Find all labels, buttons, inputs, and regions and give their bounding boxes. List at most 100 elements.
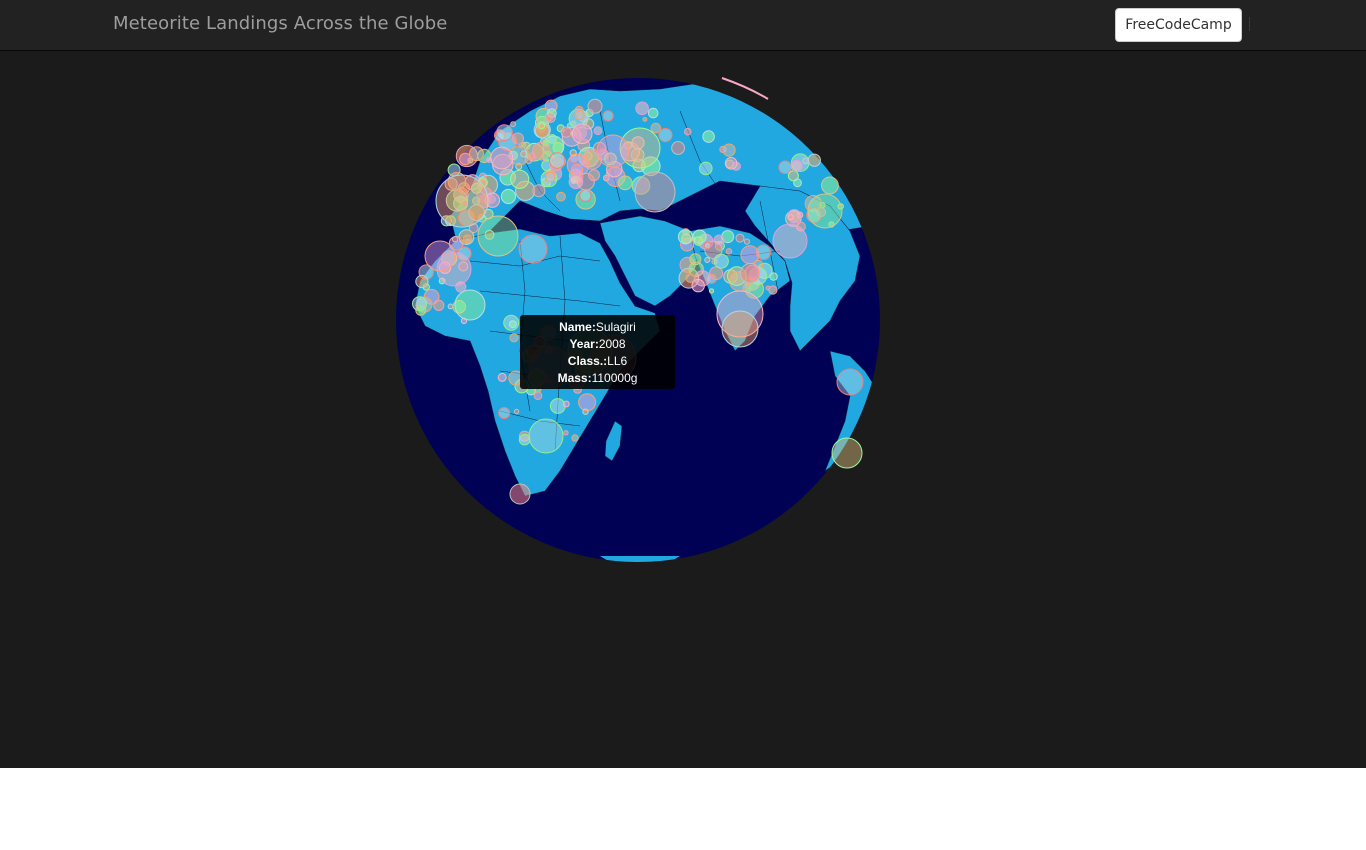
meteorite-marker[interactable] bbox=[477, 215, 519, 257]
meteorite-marker[interactable] bbox=[699, 161, 713, 176]
meteorite-marker[interactable] bbox=[642, 116, 648, 122]
meteorite-marker[interactable] bbox=[518, 234, 548, 264]
meteorite-marker[interactable] bbox=[549, 398, 566, 414]
meteorite-marker[interactable] bbox=[692, 229, 707, 244]
meteorite-marker[interactable] bbox=[563, 430, 569, 436]
meteorite-marker[interactable] bbox=[562, 400, 570, 408]
meteorite-marker[interactable] bbox=[569, 149, 577, 157]
meteorite-marker[interactable] bbox=[685, 273, 695, 283]
meteorite-marker[interactable] bbox=[546, 113, 554, 122]
meteorite-marker[interactable] bbox=[578, 393, 597, 412]
meteorite-marker[interactable] bbox=[807, 193, 843, 229]
meteorite-marker[interactable] bbox=[424, 240, 456, 272]
meteorite-marker[interactable] bbox=[566, 122, 573, 129]
meteorite-marker[interactable] bbox=[545, 171, 556, 183]
meteorite-marker[interactable] bbox=[496, 124, 513, 141]
meteorite-marker[interactable] bbox=[574, 109, 585, 121]
meteorite-marker[interactable] bbox=[435, 174, 489, 228]
meteorite-marker[interactable] bbox=[528, 418, 564, 454]
meteorite-marker[interactable] bbox=[508, 320, 517, 329]
meteorite-marker[interactable] bbox=[658, 128, 673, 143]
meteorite-marker[interactable] bbox=[836, 368, 864, 396]
globe-map[interactable] bbox=[0, 51, 1366, 768]
meteorite-marker[interactable] bbox=[617, 175, 633, 191]
meteorite-marker[interactable] bbox=[790, 159, 803, 173]
tooltip-name-label: Name: bbox=[559, 320, 596, 334]
page-title[interactable]: Meteorite Landings Across the Globe bbox=[113, 13, 447, 34]
meteorite-marker[interactable] bbox=[635, 101, 649, 116]
meteorite-marker[interactable] bbox=[694, 270, 711, 287]
meteorite-marker[interactable] bbox=[713, 253, 729, 269]
meteorite-marker[interactable] bbox=[634, 171, 676, 213]
tooltip-year-row: Year:2008 bbox=[520, 336, 675, 353]
meteorite-marker[interactable] bbox=[721, 310, 759, 348]
meteorite-marker[interactable] bbox=[703, 241, 712, 250]
meteorite-marker[interactable] bbox=[671, 141, 685, 155]
meteorite-marker[interactable] bbox=[568, 174, 584, 190]
meteorite-marker[interactable] bbox=[787, 214, 794, 221]
meteorite-marker[interactable] bbox=[793, 178, 802, 188]
meteorite-marker[interactable] bbox=[593, 126, 603, 136]
meteorite-marker[interactable] bbox=[459, 152, 472, 166]
meteorite-marker[interactable] bbox=[547, 134, 558, 144]
meteorite-marker[interactable] bbox=[708, 288, 715, 294]
meteorite-marker[interactable] bbox=[769, 272, 778, 281]
meteorite-marker[interactable] bbox=[500, 188, 516, 205]
meteorite-marker[interactable] bbox=[549, 152, 566, 169]
meteorite-marker[interactable] bbox=[451, 236, 459, 243]
meteorite-marker[interactable] bbox=[704, 257, 711, 263]
meteorite-marker[interactable] bbox=[740, 263, 761, 284]
meteorite-marker[interactable] bbox=[702, 130, 715, 143]
land-antarctica[interactable] bbox=[600, 556, 680, 562]
meteorite-marker[interactable] bbox=[509, 483, 531, 505]
meteorite-marker[interactable] bbox=[509, 333, 519, 343]
meteorite-marker[interactable] bbox=[743, 238, 751, 245]
meteorite-marker[interactable] bbox=[778, 160, 793, 175]
meteorite-marker[interactable] bbox=[768, 285, 778, 295]
meteorite-marker[interactable] bbox=[821, 176, 839, 195]
meteorite-marker[interactable] bbox=[510, 121, 516, 127]
meteorite-marker[interactable] bbox=[571, 434, 579, 442]
meteorite-marker[interactable] bbox=[511, 132, 525, 145]
meteorite-marker[interactable] bbox=[725, 248, 733, 255]
freecodecamp-button[interactable]: FreeCodeCamp bbox=[1115, 8, 1242, 42]
meteorite-marker[interactable] bbox=[588, 169, 600, 182]
meteorite-marker[interactable] bbox=[677, 229, 694, 245]
meteorite-marker[interactable] bbox=[596, 134, 630, 168]
meteorite-marker[interactable] bbox=[415, 304, 427, 316]
meteorite-marker[interactable] bbox=[740, 245, 760, 265]
meteorite-marker[interactable] bbox=[831, 437, 863, 469]
meteorite-marker[interactable] bbox=[650, 122, 662, 134]
meteorite-marker[interactable] bbox=[538, 122, 546, 130]
meteorite-marker[interactable] bbox=[447, 303, 454, 310]
meteorite-marker[interactable] bbox=[518, 433, 531, 446]
meteorite-marker[interactable] bbox=[587, 98, 603, 114]
meteorite-marker[interactable] bbox=[454, 289, 486, 321]
meteorite-marker[interactable] bbox=[510, 169, 530, 189]
meteorite-marker[interactable] bbox=[602, 110, 614, 122]
meteorite-marker[interactable] bbox=[518, 143, 525, 149]
meteorite-marker[interactable] bbox=[722, 143, 736, 157]
meteorite-marker[interactable] bbox=[579, 189, 592, 202]
meteorite-marker[interactable] bbox=[647, 107, 659, 119]
meteorite-marker[interactable] bbox=[582, 408, 589, 415]
tooltip-mass-label: Mass: bbox=[557, 371, 592, 385]
meteorite-marker[interactable] bbox=[433, 299, 445, 311]
meteorite-marker[interactable] bbox=[571, 123, 593, 144]
meteorite-marker[interactable] bbox=[571, 163, 584, 177]
meteorite-marker[interactable] bbox=[498, 407, 511, 419]
meteorite-marker[interactable] bbox=[713, 234, 725, 246]
meteorite-marker[interactable] bbox=[724, 157, 738, 170]
meteorite-marker[interactable] bbox=[684, 127, 692, 136]
meteorite-marker[interactable] bbox=[556, 191, 566, 202]
meteorite-marker[interactable] bbox=[513, 408, 520, 415]
meteorite-marker[interactable] bbox=[735, 233, 745, 243]
meteorite-marker[interactable] bbox=[490, 146, 514, 170]
meteorite-marker[interactable] bbox=[533, 391, 543, 401]
meteorite-marker[interactable] bbox=[415, 274, 429, 289]
meteorite-marker[interactable] bbox=[520, 150, 528, 158]
meteorite-marker[interactable] bbox=[497, 372, 507, 382]
meteorite-marker[interactable] bbox=[772, 223, 808, 259]
meteorite-marker[interactable] bbox=[532, 184, 546, 198]
meteorite-marker[interactable] bbox=[807, 153, 821, 167]
